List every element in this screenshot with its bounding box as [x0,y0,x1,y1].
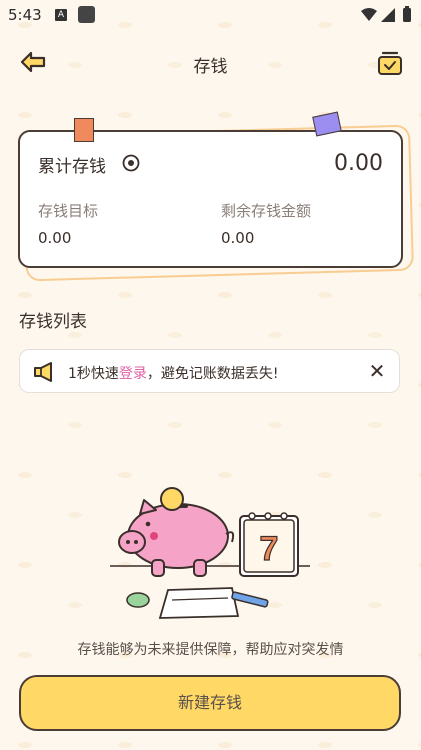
savings-list-title: 存钱列表 [19,312,87,332]
top-bar: 存钱 [0,40,421,84]
notice-suffix: ，避免记账数据丢失! [146,366,279,382]
notice-text: 1秒快速登录，避免记账数据丢失! [68,363,279,383]
signal-icon [381,8,395,22]
status-time: 5:43 [8,6,42,24]
pig-cheek [150,532,158,540]
battery-icon [403,8,411,22]
tape-left-decoration [74,118,94,142]
summary-card: 累计存钱 0.00 存钱目标 0.00 剩余存钱金额 0.00 [18,130,403,268]
coin [160,487,184,511]
new-savings-button[interactable]: 新建存钱 [19,675,401,731]
remaining-amount-label: 剩余存钱金额 [221,202,312,220]
notification-app-icon [78,6,95,23]
notice-prefix: 1秒快速 [68,366,119,382]
total-savings-label: 累计存钱 [38,157,106,177]
remaining-amount-value: 0.00 [221,229,255,247]
eye-icon[interactable] [122,154,140,172]
megaphone-icon [34,362,52,382]
calendar-graphic: 7 [239,512,299,577]
goal-value: 0.00 [38,229,72,247]
page-title: 存钱 [193,57,228,77]
pig-snout [118,530,146,554]
piggy-bank-illustration: 7 [110,487,310,619]
wifi-icon [361,8,377,21]
notification-a-icon: A [55,9,67,21]
calendar-day: 7 [260,530,279,568]
savings-summary: 累计存钱 0.00 存钱目标 0.00 剩余存钱金额 0.00 [18,111,414,282]
pig-eye [145,521,151,527]
login-notice-banner: 1秒快速登录，避免记账数据丢失! ✕ [19,349,400,393]
goal-label: 存钱目标 [38,202,99,220]
calendar-check-icon[interactable] [375,48,405,78]
login-link[interactable]: 登录 [119,366,147,382]
system-status-icons [361,6,411,22]
empty-state-message: 存钱能够为未来提供保障，帮助应对突发情 [77,642,344,658]
status-bar: 5:43 A [0,0,421,30]
total-savings-value: 0.00 [334,151,383,176]
close-icon[interactable]: ✕ [367,360,387,382]
desk-items [126,587,269,619]
